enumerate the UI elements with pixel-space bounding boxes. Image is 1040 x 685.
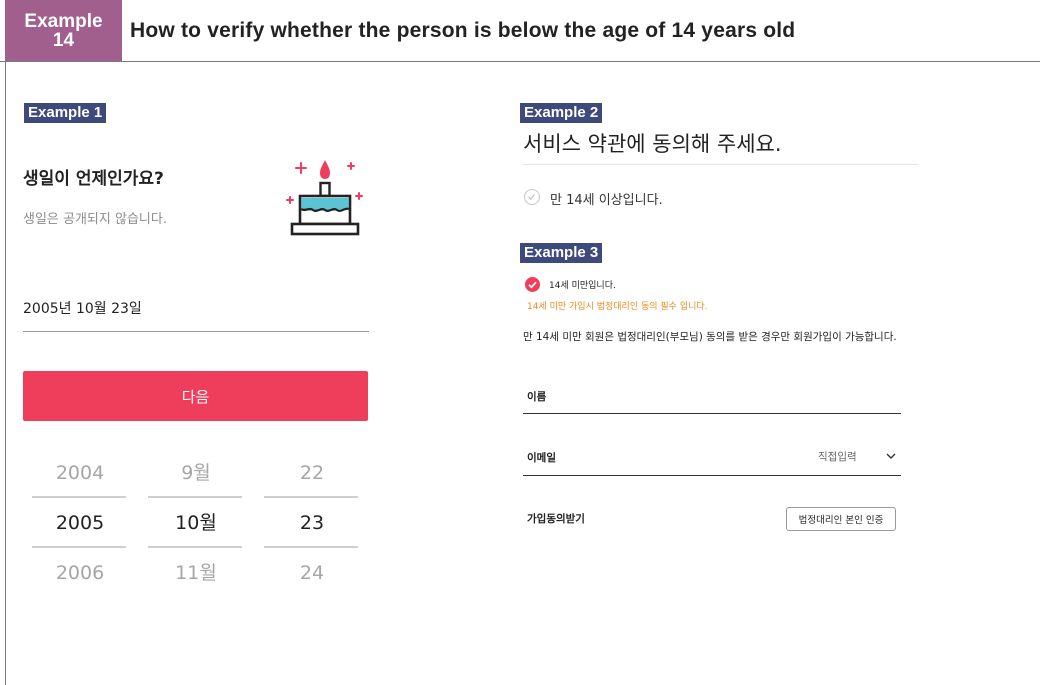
email-field-underline[interactable]: [523, 475, 901, 476]
guardian-verification-button[interactable]: 법정대리인 본인 인증: [786, 507, 896, 531]
email-field-label: 이메일: [527, 452, 556, 464]
example-2-label: Example 2: [520, 103, 603, 123]
picker-month-selected[interactable]: 10월: [148, 498, 244, 548]
picker-year-selected[interactable]: 2005: [32, 498, 128, 548]
picker-year-prev[interactable]: 2004: [32, 448, 128, 498]
picker-year-next[interactable]: 2006: [32, 548, 128, 598]
left-border: [5, 61, 6, 685]
picker-month-next[interactable]: 11월: [148, 548, 244, 598]
consent-label: 가입동의받기: [527, 513, 585, 525]
age-over-14-option[interactable]: 만 14세 이상입니다.: [550, 189, 663, 208]
terms-divider: [523, 164, 918, 165]
birthday-date-value[interactable]: 2005년 10월 23일: [23, 298, 142, 318]
email-domain-select[interactable]: 직접입력: [818, 449, 857, 464]
picker-day-prev[interactable]: 22: [264, 448, 360, 498]
example-3-label: Example 3: [520, 243, 603, 263]
year-picker[interactable]: 2004 2005 2006: [32, 448, 128, 598]
example-1-label: Example 1: [24, 103, 107, 123]
birthday-cake-icon: [286, 160, 363, 236]
date-underline: [23, 331, 369, 332]
month-picker[interactable]: 9월 10월 11월: [148, 448, 244, 598]
example-badge: Example 14: [5, 0, 122, 61]
day-picker[interactable]: 22 23 24: [264, 448, 360, 598]
guardian-consent-warning: 14세 미만 가입시 법정대리인 동의 필수 입니다.: [527, 302, 708, 312]
name-field-underline[interactable]: [523, 413, 901, 414]
picker-day-next[interactable]: 24: [264, 548, 360, 598]
check-circle-icon[interactable]: [525, 277, 540, 292]
picker-month-prev[interactable]: 9월: [148, 448, 244, 498]
name-field-label: 이름: [527, 391, 547, 403]
picker-day-selected[interactable]: 23: [264, 498, 360, 548]
age-under-14-option[interactable]: 14세 미만입니다.: [549, 278, 616, 291]
terms-title: 서비스 약관에 동의해 주세요.: [523, 132, 782, 156]
example-badge-number: 14: [52, 29, 75, 51]
check-circle-icon[interactable]: [524, 189, 540, 205]
birthday-subtitle: 생일은 공개되지 않습니다.: [23, 212, 167, 227]
page-title: How to verify whether the person is belo…: [130, 19, 796, 42]
birthday-question: 생일이 언제인가요?: [23, 169, 164, 189]
guardian-consent-notice: 만 14세 미만 회원은 법정대리인(부모님) 동의를 받은 경우만 회원가입이…: [523, 331, 897, 343]
example-badge-word: Example: [24, 10, 103, 32]
header-divider: [0, 61, 1040, 62]
next-button[interactable]: 다음: [23, 371, 368, 421]
chevron-down-icon[interactable]: [886, 453, 896, 460]
